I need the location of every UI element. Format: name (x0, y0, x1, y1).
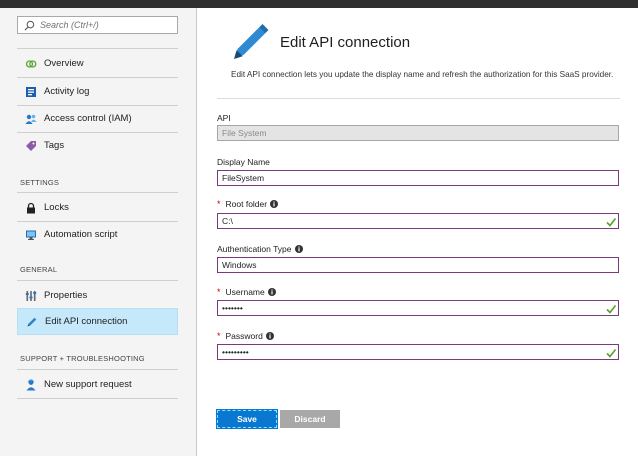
save-button[interactable]: Save (217, 410, 277, 428)
password-label: * Password (217, 331, 274, 341)
sidebar-item-label: Activity log (44, 86, 90, 97)
check-icon (606, 349, 616, 358)
api-label: API (217, 113, 231, 123)
sidebar-item-activity-log[interactable]: Activity log (17, 78, 178, 105)
sidebar: Overview Activity log Access control (IA… (0, 8, 197, 456)
divider (17, 369, 178, 370)
sidebar-item-label: Access control (IAM) (44, 113, 132, 124)
display-name-field[interactable] (217, 170, 619, 186)
properties-icon (25, 290, 37, 302)
discard-button[interactable]: Discard (280, 410, 340, 428)
api-field (217, 125, 619, 141)
sidebar-item-new-support-request[interactable]: New support request (17, 371, 178, 398)
pencil-icon (26, 316, 38, 328)
divider (217, 98, 620, 99)
sidebar-item-edit-api-connection[interactable]: Edit API connection (17, 308, 178, 335)
sidebar-item-automation-script[interactable]: Automation script (17, 221, 178, 248)
root-folder-field[interactable] (217, 213, 619, 229)
sidebar-item-label: Tags (44, 140, 65, 151)
page-title: Edit API connection (280, 34, 411, 51)
overview-icon (25, 58, 37, 70)
divider (17, 48, 178, 49)
search-icon (24, 20, 35, 30)
sidebar-item-access-control[interactable]: Access control (IAM) (17, 105, 178, 132)
activity-log-icon (25, 86, 37, 98)
page-description: Edit API connection lets you update the … (231, 70, 614, 79)
main-panel: Edit API connection Edit API connection … (198, 8, 638, 456)
required-marker: * (217, 199, 221, 209)
password-field[interactable] (217, 344, 619, 360)
section-label-settings: SETTINGS (20, 178, 60, 187)
display-name-label: Display Name (217, 157, 270, 167)
check-icon (606, 218, 616, 227)
tag-icon (25, 140, 37, 152)
sidebar-item-label: New support request (44, 379, 132, 390)
section-label-support: SUPPORT + TROUBLESHOOTING (20, 354, 145, 363)
auth-type-label: Authentication Type (217, 244, 303, 254)
pencil-icon (234, 24, 269, 59)
monitor-icon (25, 229, 37, 241)
required-marker: * (217, 287, 221, 297)
top-bar (0, 0, 638, 8)
info-icon[interactable] (267, 288, 276, 296)
sidebar-item-properties[interactable]: Properties (17, 282, 178, 309)
required-marker: * (217, 331, 221, 341)
check-icon (606, 305, 616, 314)
info-icon[interactable] (265, 332, 274, 340)
sidebar-item-label: Locks (44, 202, 69, 213)
lock-icon (25, 202, 37, 214)
sidebar-item-label: Edit API connection (45, 316, 128, 327)
sidebar-item-label: Overview (44, 58, 84, 69)
divider (17, 192, 178, 193)
info-icon[interactable] (270, 200, 279, 208)
search-input[interactable] (40, 20, 170, 30)
users-icon (25, 113, 37, 125)
auth-type-field[interactable] (217, 257, 619, 273)
sidebar-item-tags[interactable]: Tags (17, 132, 178, 159)
root-folder-label: * Root folder (217, 199, 279, 209)
sidebar-item-label: Automation script (44, 229, 118, 240)
search-box[interactable] (17, 16, 178, 34)
divider (17, 398, 178, 399)
section-label-general: GENERAL (20, 265, 58, 274)
username-label: * Username (217, 287, 276, 297)
sidebar-item-locks[interactable]: Locks (17, 194, 178, 221)
support-person-icon (25, 378, 37, 391)
sidebar-item-overview[interactable]: Overview (17, 50, 178, 77)
username-field[interactable] (217, 300, 619, 316)
divider (17, 280, 178, 281)
sidebar-item-label: Properties (44, 290, 88, 301)
info-icon[interactable] (294, 245, 303, 253)
